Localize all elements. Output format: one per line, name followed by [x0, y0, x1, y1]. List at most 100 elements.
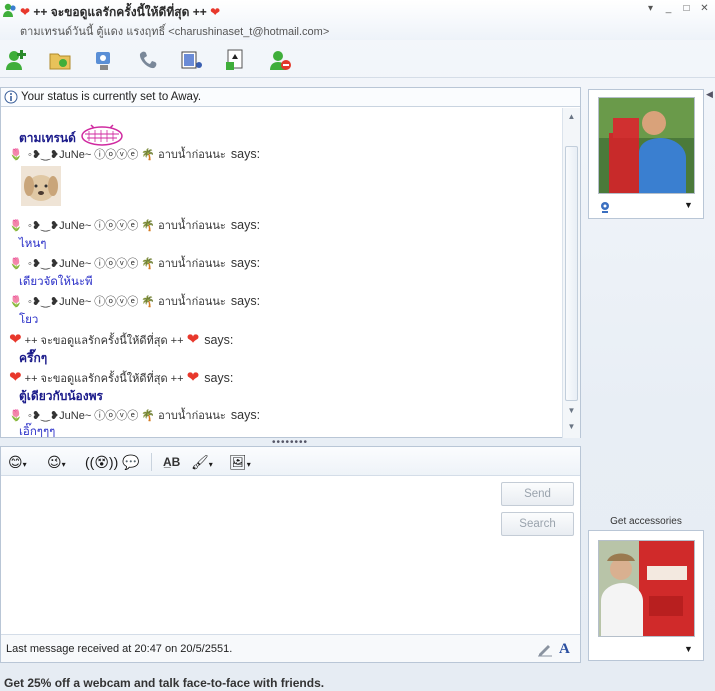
- speaker-suffix: อาบน้ำก่อนนะ: [158, 220, 226, 232]
- status-text: Your status is currently set to Away.: [21, 91, 202, 103]
- invite-contact-icon[interactable]: [4, 48, 28, 72]
- window-title: ❤ ++ จะขอดูแลรักครั้งนี้ให้ดีที่สุด ++ ❤: [20, 3, 220, 22]
- message-speaker: 🌷 ◦❥‿❥JuNe~ ⓘⓞⓥⓔ 🌴 อาบน้ำก่อนนะ says:: [9, 406, 260, 424]
- display-picture-menu-icon[interactable]: ▼: [684, 200, 693, 210]
- rose-icon: 🌷: [9, 410, 23, 422]
- heart-icon: ❤: [9, 369, 22, 386]
- chat-scrollbar[interactable]: ▲ ▼ ▼: [562, 108, 580, 438]
- webcam-icon[interactable]: [599, 201, 611, 213]
- rose-icon: 🌷: [9, 220, 23, 232]
- window-title-text: ++ จะขอดูแลรักครั้งนี้ให้ดีที่สุด ++: [33, 5, 207, 19]
- heart-icon: ❤: [20, 5, 31, 19]
- get-accessories-link[interactable]: Get accessories: [588, 516, 704, 527]
- last-message-text: Last message received at 20:47 on 20/5/2…: [6, 643, 233, 655]
- heart-icon: ❤: [9, 331, 22, 348]
- close-button[interactable]: ✕: [696, 2, 713, 16]
- info-icon: [4, 90, 18, 104]
- nudge-icon[interactable]: ((😵)): [85, 453, 118, 471]
- speaker-suffix: อาบน้ำก่อนนะ: [158, 296, 226, 308]
- speaker-name: ◦❥‿❥JuNe~ ⓘⓞⓥⓔ: [25, 149, 139, 161]
- games-icon[interactable]: [224, 48, 248, 72]
- title-bar: ❤ ++ จะขอดูแลรักครั้งนี้ให้ดีที่สุด ++ ❤…: [0, 0, 715, 40]
- message-text: เอิ๊กๆๆๆ: [19, 426, 56, 438]
- contact-display-picture[interactable]: ▼: [588, 89, 704, 219]
- video-call-icon[interactable]: [92, 48, 116, 72]
- message-text: โยว: [19, 314, 39, 326]
- says-label: says:: [230, 408, 261, 422]
- says-label: says:: [230, 294, 261, 308]
- says-label: says:: [230, 256, 261, 270]
- message-speaker: 🌷 ◦❥‿❥JuNe~ ⓘⓞⓥⓔ 🌴 อาบน้ำก่อนนะ says:: [9, 254, 260, 272]
- scroll-up-icon[interactable]: ▲: [566, 112, 577, 121]
- speaker-suffix: อาบน้ำก่อนนะ: [158, 258, 226, 270]
- wink-picker-icon[interactable]: 😉▾: [47, 453, 66, 471]
- palm-tree-icon: 🌴: [141, 149, 156, 161]
- menu-button[interactable]: ▾: [642, 2, 659, 16]
- call-phone-icon[interactable]: [136, 48, 160, 72]
- speaker-name: ++ จะขอดูแลรักครั้งนี้ให้ดีที่สุด ++: [24, 335, 184, 347]
- message-speaker: 🌷 ◦❥‿❥JuNe~ ⓘⓞⓥⓔ 🌴 อาบน้ำก่อนนะ says:: [9, 216, 260, 234]
- my-photo: [598, 540, 695, 637]
- font-icon[interactable]: A̲B: [163, 453, 180, 471]
- message-list: ตามเทรนด์ 🌷 ◦❥‿❥JuNe~ ⓘⓞⓥⓔ 🌴 อาบน้ำก่อนน…: [1, 108, 561, 438]
- compose-pane: 😊▾ 😉▾ ((😵)) 💬 A̲B 🖌▾ 🖼▾ Send Search Last…: [0, 446, 581, 663]
- palm-tree-icon: 🌴: [141, 410, 156, 422]
- message-text: ไหนๆ: [19, 238, 47, 250]
- send-files-icon[interactable]: [48, 48, 72, 72]
- message-speaker: ❤ ++ จะขอดูแลรักครั้งนี้ให้ดีที่สุด ++ ❤…: [9, 368, 233, 387]
- restore-button[interactable]: □: [678, 2, 695, 16]
- voice-clip-icon[interactable]: 💬: [122, 453, 139, 471]
- message-text: ตู้เดียวกับน้องพร: [19, 389, 103, 403]
- scrollbar-thumb[interactable]: [565, 146, 578, 401]
- palm-tree-icon: 🌴: [141, 296, 156, 308]
- message-text: ครึ๊กๆ: [19, 351, 48, 365]
- speaker-suffix: อาบน้ำก่อนนะ: [158, 149, 226, 161]
- main-toolbar: [0, 42, 715, 78]
- search-button[interactable]: Search: [501, 512, 574, 536]
- message-speaker: 🌷 ◦❥‿❥JuNe~ ⓘⓞⓥⓔ 🌴 อาบน้ำก่อนนะ says:: [9, 292, 260, 310]
- speaker-name: ++ จะขอดูแลรักครั้งนี้ให้ดีที่สุด ++: [24, 373, 184, 385]
- activities-icon[interactable]: [180, 48, 204, 72]
- says-label: says:: [204, 333, 234, 347]
- background-image-icon[interactable]: 🖼▾: [229, 453, 251, 471]
- status-bar: Your status is currently set to Away.: [1, 88, 580, 107]
- puppy-emoticon-image: [21, 166, 61, 206]
- message-text: ตามเทรนด์: [19, 131, 76, 145]
- text-mode-icon[interactable]: A: [559, 640, 577, 658]
- speaker-name: ◦❥‿❥JuNe~ ⓘⓞⓥⓔ: [25, 258, 139, 270]
- collapse-sidebar-icon[interactable]: ◀: [706, 89, 715, 111]
- palm-tree-icon: 🌴: [141, 258, 156, 270]
- heart-icon: ❤: [186, 331, 200, 348]
- rose-icon: 🌷: [9, 258, 23, 270]
- rose-icon: 🌷: [9, 149, 23, 161]
- message-speaker: 🌷 ◦❥‿❥JuNe~ ⓘⓞⓥⓔ 🌴 อาบน้ำก่อนนะ says:: [9, 145, 260, 163]
- says-label: says:: [204, 371, 234, 385]
- compose-toolbar: 😊▾ 😉▾ ((😵)) 💬 A̲B 🖌▾ 🖼▾: [1, 447, 580, 476]
- message-speaker: ❤ ++ จะขอดูแลรักครั้งนี้ให้ดีที่สุด ++ ❤…: [9, 330, 233, 349]
- my-display-picture[interactable]: ▼: [588, 530, 704, 661]
- message-text: เดียวจัดให้นะพี: [19, 276, 93, 288]
- webcam-ad-banner[interactable]: Get 25% off a webcam and talk face-to-fa…: [4, 676, 324, 690]
- minimize-button[interactable]: _: [660, 2, 677, 16]
- message-input[interactable]: [1, 477, 580, 634]
- block-contact-icon[interactable]: [268, 48, 292, 72]
- scroll-end-icon[interactable]: ▼: [566, 422, 577, 431]
- handwriting-icon[interactable]: [536, 640, 554, 658]
- send-button[interactable]: Send: [501, 482, 574, 506]
- heart-icon: ❤: [210, 5, 221, 19]
- speaker-name: ◦❥‿❥JuNe~ ⓘⓞⓥⓔ: [25, 220, 139, 232]
- palm-tree-icon: 🌴: [141, 220, 156, 232]
- my-picture-menu-icon[interactable]: ▼: [684, 644, 693, 654]
- background-color-icon[interactable]: 🖌▾: [191, 453, 213, 471]
- toolbar-separator: [151, 453, 152, 471]
- last-message-status: Last message received at 20:47 on 20/5/2…: [1, 634, 580, 662]
- scroll-down-icon[interactable]: ▼: [566, 406, 577, 415]
- emoticon-picker-icon[interactable]: 😊▾: [8, 453, 27, 471]
- rose-icon: 🌷: [9, 296, 23, 308]
- chat-history-pane: Your status is currently set to Away. ตา…: [0, 87, 581, 438]
- speaker-name: ◦❥‿❥JuNe~ ⓘⓞⓥⓔ: [25, 410, 139, 422]
- speaker-name: ◦❥‿❥JuNe~ ⓘⓞⓥⓔ: [25, 296, 139, 308]
- speaker-suffix: อาบน้ำก่อนนะ: [158, 410, 226, 422]
- says-label: says:: [230, 147, 261, 161]
- says-label: says:: [230, 218, 261, 232]
